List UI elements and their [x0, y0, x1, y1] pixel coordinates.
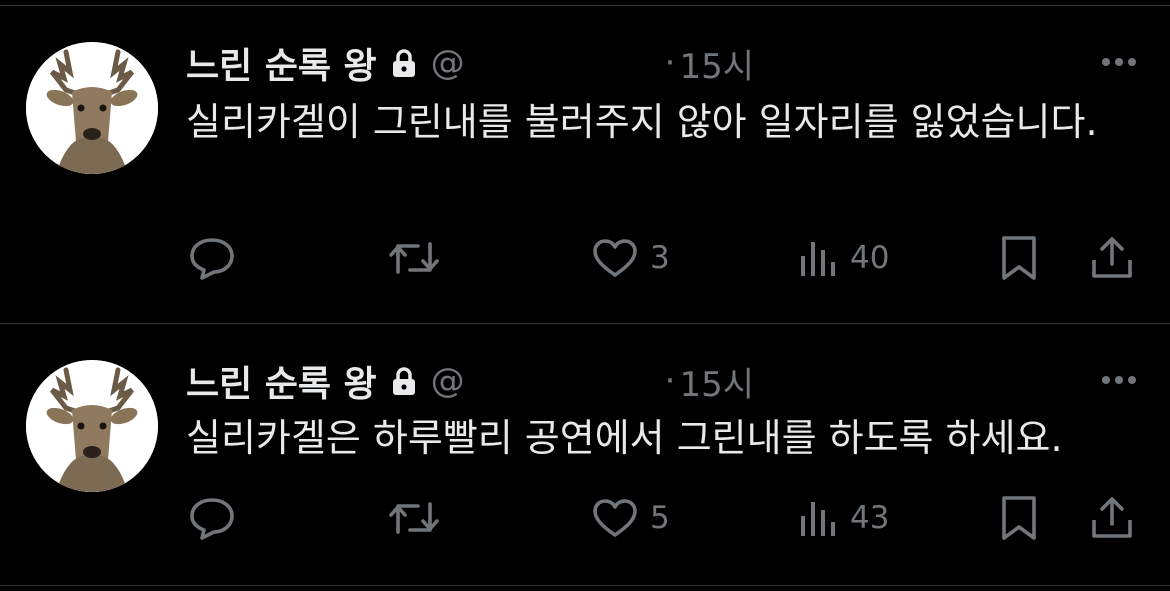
- like-button[interactable]: 3: [592, 238, 670, 278]
- reply-icon: [190, 498, 234, 540]
- retweet-icon: [389, 242, 439, 274]
- deer-avatar-icon: [26, 360, 158, 492]
- view-count: 40: [850, 240, 890, 276]
- timestamp[interactable]: 15시: [679, 39, 754, 88]
- views-button[interactable]: 40: [798, 238, 889, 278]
- bottom-divider: [0, 585, 1170, 586]
- bookmark-icon: [1002, 236, 1036, 280]
- heart-icon: [593, 239, 637, 277]
- more-icon[interactable]: [1102, 376, 1136, 384]
- handle[interactable]: @: [431, 361, 465, 401]
- view-count: 43: [850, 500, 890, 536]
- display-name[interactable]: 느린 순록 왕: [186, 355, 377, 407]
- retweet-button[interactable]: [388, 238, 440, 278]
- tweet[interactable]: 느린 순록 왕 @ · 15시 실리카겔이 그린내를 불러주지 않아 일자리를 …: [0, 0, 1170, 323]
- bookmark-button[interactable]: [1000, 234, 1038, 282]
- bookmark-button[interactable]: [1000, 494, 1038, 542]
- views-icon: [801, 242, 835, 276]
- tweet-text: 실리카겔이 그린내를 불러주지 않아 일자리를 잃었습니다.: [186, 100, 1098, 144]
- tweet[interactable]: 느린 순록 왕 @ · 15시 실리카겔은 하루빨리 공연에서 그린내를 하도록…: [0, 324, 1170, 586]
- retweet-icon: [389, 502, 439, 534]
- separator-dot: ·: [664, 43, 676, 83]
- tweet-header: 느린 순록 왕 @ · 15시: [186, 38, 754, 88]
- display-name[interactable]: 느린 순록 왕: [186, 37, 377, 89]
- reply-icon: [190, 238, 234, 280]
- heart-icon: [593, 499, 637, 537]
- handle[interactable]: @: [431, 43, 465, 83]
- deer-avatar-icon: [26, 42, 158, 174]
- retweet-button[interactable]: [388, 498, 440, 538]
- timestamp[interactable]: 15시: [679, 357, 754, 406]
- share-icon: [1092, 497, 1132, 538]
- share-button[interactable]: [1090, 494, 1134, 540]
- like-button[interactable]: 5: [592, 498, 670, 538]
- like-count: 5: [650, 500, 670, 536]
- more-icon[interactable]: [1102, 58, 1136, 66]
- views-icon: [801, 502, 835, 536]
- share-icon: [1092, 237, 1132, 278]
- tweet-header: 느린 순록 왕 @ · 15시: [186, 356, 754, 406]
- views-button[interactable]: 43: [798, 498, 889, 538]
- reply-button[interactable]: [188, 236, 236, 280]
- lock-icon: [391, 366, 417, 396]
- avatar[interactable]: [26, 42, 158, 174]
- lock-icon: [391, 48, 417, 78]
- tweet-text: 실리카겔은 하루빨리 공연에서 그린내를 하도록 하세요.: [186, 416, 1063, 460]
- avatar[interactable]: [26, 360, 158, 492]
- bookmark-icon: [1002, 496, 1036, 540]
- share-button[interactable]: [1090, 234, 1134, 280]
- reply-button[interactable]: [188, 496, 236, 540]
- like-count: 3: [650, 240, 670, 276]
- separator-dot: ·: [664, 361, 676, 401]
